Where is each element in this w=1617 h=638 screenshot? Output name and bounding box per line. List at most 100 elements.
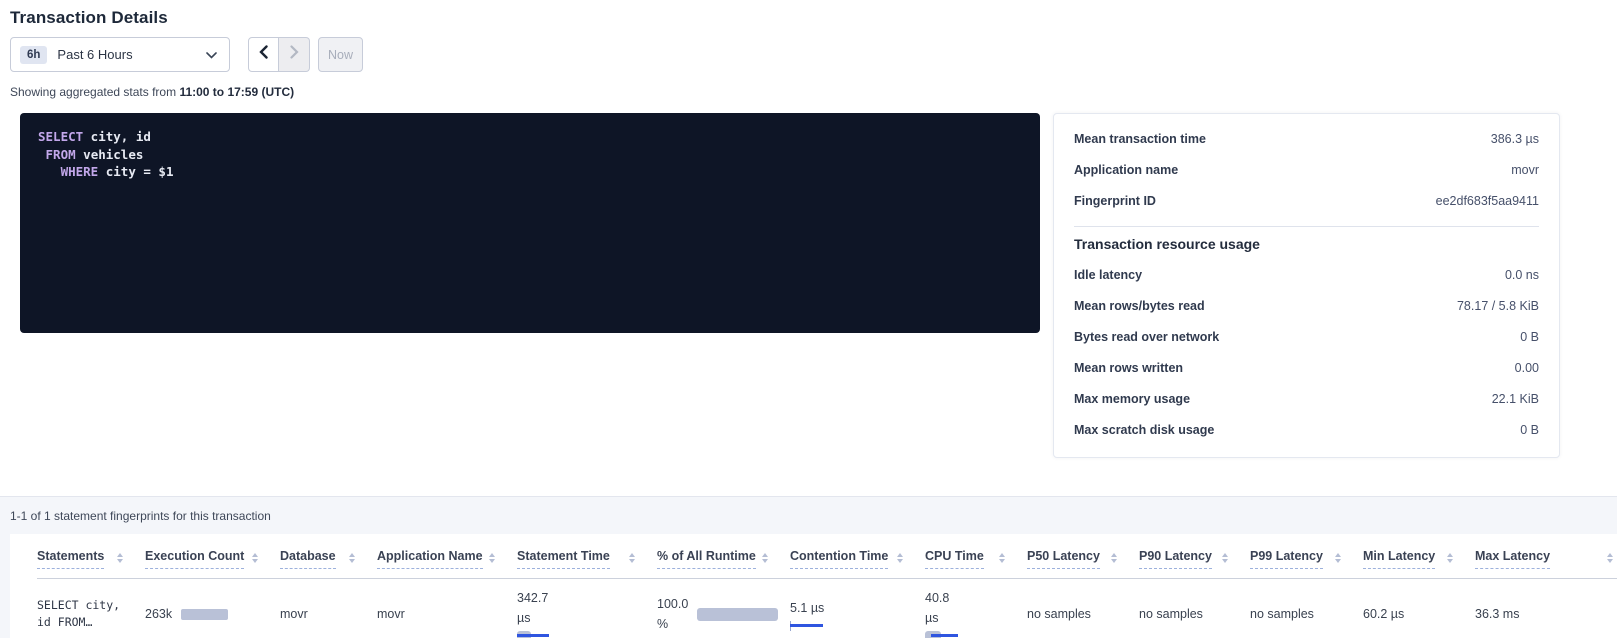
column-header-p50-latency[interactable]: P50 Latency <box>1027 543 1139 578</box>
column-label: Max Latency <box>1475 549 1550 569</box>
column-header-of-all-runtime[interactable]: % of All Runtime <box>657 543 790 578</box>
sort-arrows-icon <box>349 553 355 563</box>
column-header-min-latency[interactable]: Min Latency <box>1363 543 1475 578</box>
value-bar <box>790 621 850 631</box>
sort-arrows-icon <box>1111 553 1117 563</box>
summary-value: ee2df683f5aa9411 <box>1436 194 1539 208</box>
time-range-label: Past 6 Hours <box>57 47 206 62</box>
table-row: SELECT city,id FROM…263kmovrmovr342.7µs1… <box>37 579 1617 638</box>
summary-row: Fingerprint ID ee2df683f5aa9411 <box>1074 185 1539 216</box>
statement-link-line: SELECT city, <box>37 597 133 614</box>
column-label: CPU Time <box>925 549 984 569</box>
cell-database: movr <box>280 607 377 621</box>
statements-table: StatementsExecution Count Database Applica… <box>10 534 1617 638</box>
sql-text: vehicles <box>76 147 144 162</box>
summary-label: Max memory usage <box>1074 392 1190 406</box>
summary-label: Bytes read over network <box>1074 330 1219 344</box>
sql-line: WHERE city = $1 <box>38 163 1022 181</box>
time-range-dropdown[interactable]: 6h Past 6 Hours <box>10 37 230 72</box>
sort-arrows-icon <box>897 553 903 563</box>
sql-keyword: SELECT <box>38 129 83 144</box>
column-label: Min Latency <box>1363 549 1435 569</box>
summary-value: 0.0 ns <box>1505 268 1539 282</box>
summary-label: Mean rows/bytes read <box>1074 299 1205 313</box>
cell-value: 342.7µs <box>517 588 645 628</box>
summary-row: Mean transaction time386.3 µs <box>1074 123 1539 154</box>
column-header-statements[interactable]: Statements <box>37 543 145 578</box>
chevron-left-icon <box>259 45 268 64</box>
summary-label: Max scratch disk usage <box>1074 423 1214 437</box>
column-label: Database <box>280 549 336 569</box>
card-divider <box>1074 226 1539 227</box>
summary-value: 0.00 <box>1515 361 1539 375</box>
cell-value: 5.1 µs <box>790 598 913 618</box>
cell-application-name: movr <box>377 607 517 621</box>
next-time-button[interactable] <box>279 37 310 72</box>
column-label: Execution Count <box>145 549 244 569</box>
column-label: P99 Latency <box>1250 549 1323 569</box>
column-header-execution-count[interactable]: Execution Count <box>145 543 280 578</box>
column-header-application-name[interactable]: Application Name <box>377 543 517 578</box>
page-title: Transaction Details <box>10 8 1617 28</box>
sort-arrows-icon <box>1335 553 1341 563</box>
bar-line <box>517 634 549 637</box>
time-controls: 6h Past 6 Hours Now <box>10 37 1617 72</box>
value-bar <box>181 609 228 620</box>
sort-arrows-icon <box>629 553 635 563</box>
sort-arrows-icon <box>999 553 1005 563</box>
cell-of-all-runtime: 100.0% <box>657 594 790 634</box>
column-header-database[interactable]: Database <box>280 543 377 578</box>
column-label: Application Name <box>377 549 483 569</box>
resource-usage-title: Transaction resource usage <box>1074 236 1539 252</box>
summary-row: Bytes read over network 0 B <box>1074 321 1539 352</box>
now-button[interactable]: Now <box>318 37 363 72</box>
transaction-summary-card: Mean transaction time386.3 µsApplication… <box>1053 113 1560 458</box>
prev-time-button[interactable] <box>248 37 279 72</box>
time-range-badge: 6h <box>20 46 47 64</box>
summary-row: Max memory usage22.1 KiB <box>1074 383 1539 414</box>
column-label: % of All Runtime <box>657 549 756 569</box>
column-header-p90-latency[interactable]: P90 Latency <box>1139 543 1250 578</box>
sql-line: SELECT city, id <box>38 128 1022 146</box>
sql-text: city = $1 <box>98 164 173 179</box>
summary-label: Idle latency <box>1074 268 1142 282</box>
value-bar <box>517 631 577 638</box>
time-nav-group <box>248 37 310 72</box>
sort-arrows-icon <box>762 553 768 563</box>
column-label: P90 Latency <box>1139 549 1212 569</box>
sort-arrows-icon <box>252 553 258 563</box>
column-header-contention-time[interactable]: Contention Time <box>790 543 925 578</box>
summary-value: 0 B <box>1520 330 1539 344</box>
stats-time-range: 11:00 to 17:59 (UTC) <box>179 85 294 99</box>
statements-section: 1-1 of 1 statement fingerprints for this… <box>0 497 1617 638</box>
sql-line: FROM vehicles <box>38 146 1022 164</box>
column-header-p99-latency[interactable]: P99 Latency <box>1250 543 1363 578</box>
summary-row: Application namemovr <box>1074 154 1539 185</box>
column-header-statement-time[interactable]: Statement Time <box>517 543 657 578</box>
summary-value: 0 B <box>1520 423 1539 437</box>
summary-label: Mean rows written <box>1074 361 1183 375</box>
cell-statements[interactable]: SELECT city,id FROM… <box>37 597 145 631</box>
column-header-max-latency[interactable]: Max Latency <box>1475 543 1617 578</box>
cell-min-latency: 60.2 µs <box>1363 607 1475 621</box>
column-label: Statement Time <box>517 549 610 569</box>
statements-table-caption: 1-1 of 1 statement fingerprints for this… <box>10 509 1617 523</box>
cell-execution-count: 263k <box>145 607 280 621</box>
sql-keyword: WHERE <box>61 164 99 179</box>
sql-text <box>38 164 61 179</box>
sort-arrows-icon <box>1607 553 1613 563</box>
bar-line <box>931 634 958 637</box>
cell-p99-latency: no samples <box>1250 607 1363 621</box>
summary-label: Fingerprint ID <box>1074 194 1156 208</box>
cell-value: 100.0% <box>657 594 688 634</box>
sql-statement-box: SELECT city, id FROM vehicles WHERE city… <box>20 113 1040 333</box>
column-header-cpu-time[interactable]: CPU Time <box>925 543 1027 578</box>
summary-value: 78.17 / 5.8 KiB <box>1457 299 1539 313</box>
sort-arrows-icon <box>489 553 495 563</box>
sort-arrows-icon <box>1222 553 1228 563</box>
aggregated-stats-line: Showing aggregated stats from 11:00 to 1… <box>10 85 1617 99</box>
bar-line <box>790 624 823 627</box>
sql-keyword: FROM <box>46 147 76 162</box>
sort-arrows-icon <box>117 553 123 563</box>
sql-text: city, id <box>83 129 151 144</box>
